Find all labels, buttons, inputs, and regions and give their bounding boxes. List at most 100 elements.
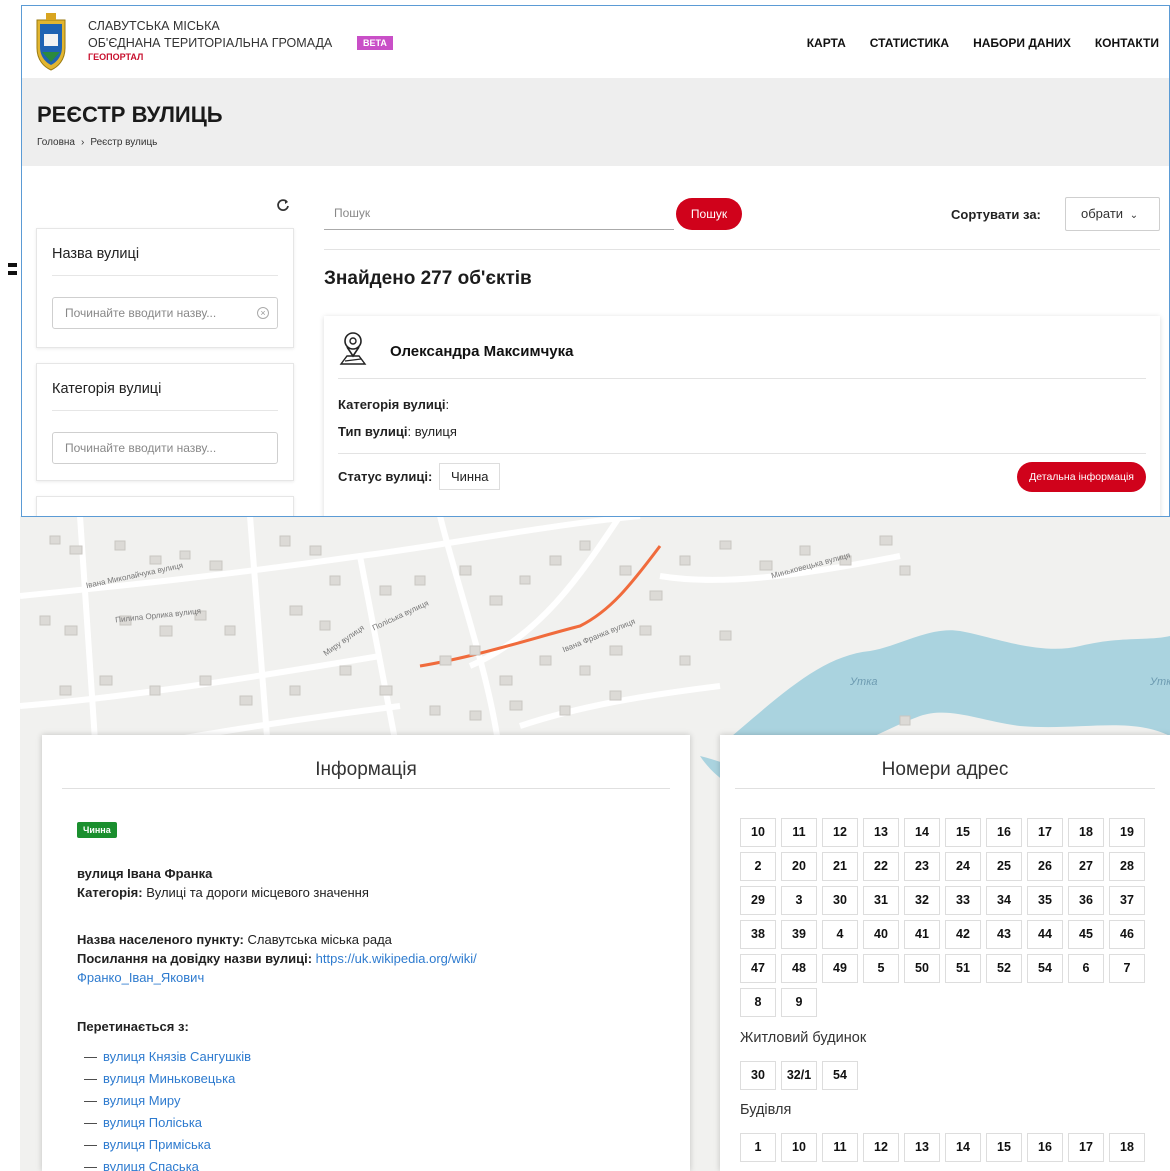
result-street-name[interactable]: Олександра Максимчука — [390, 343, 573, 360]
address-number[interactable]: 26 — [1027, 852, 1063, 881]
address-number[interactable]: 25 — [986, 852, 1022, 881]
breadcrumb-home[interactable]: Головна — [37, 137, 75, 148]
filter-next — [36, 496, 294, 516]
nav-statistics[interactable]: СТАТИСТИКА — [870, 36, 949, 50]
address-number[interactable]: 45 — [1068, 920, 1104, 949]
clear-icon[interactable]: × — [257, 307, 269, 319]
sort-select[interactable]: обрати ⌄ — [1065, 197, 1160, 231]
result-category: Категорія вулиці: — [338, 397, 450, 412]
address-number[interactable]: 35 — [1027, 886, 1063, 915]
address-number[interactable]: 7 — [1109, 954, 1145, 983]
map-label: Утка — [1150, 676, 1170, 688]
sort-value: обрати — [1081, 206, 1124, 221]
address-number[interactable]: 30 — [740, 1061, 776, 1090]
settlement-info: Назва населеного пункту: Славутська місь… — [77, 930, 477, 987]
panel-title: Номери адрес — [881, 759, 1009, 780]
wiki-link-continued[interactable]: Франко_Іван_Якович — [77, 970, 204, 985]
address-number[interactable]: 41 — [904, 920, 940, 949]
address-number[interactable]: 31 — [863, 886, 899, 915]
address-number[interactable]: 18 — [1109, 1133, 1145, 1162]
address-number[interactable]: 19 — [1109, 818, 1145, 847]
address-number[interactable]: 3 — [781, 886, 817, 915]
address-number[interactable]: 1 — [740, 1133, 776, 1162]
address-number[interactable]: 11 — [781, 818, 817, 847]
address-number[interactable]: 5 — [863, 954, 899, 983]
intersect-link[interactable]: вулиця Князів Сангушків — [84, 1046, 251, 1068]
address-number[interactable]: 36 — [1068, 886, 1104, 915]
address-number[interactable]: 51 — [945, 954, 981, 983]
address-number[interactable]: 4 — [822, 920, 858, 949]
intersect-link[interactable]: вулиця Поліська — [84, 1112, 251, 1134]
address-number[interactable]: 30 — [822, 886, 858, 915]
address-number[interactable]: 15 — [945, 818, 981, 847]
address-number[interactable]: 9 — [781, 988, 817, 1017]
address-number[interactable]: 10 — [740, 818, 776, 847]
address-number[interactable]: 21 — [822, 852, 858, 881]
chevron-down-icon: ⌄ — [1129, 210, 1139, 221]
address-number[interactable]: 32 — [904, 886, 940, 915]
address-number[interactable]: 52 — [986, 954, 1022, 983]
refresh-icon[interactable] — [276, 198, 290, 212]
address-number[interactable]: 17 — [1068, 1133, 1104, 1162]
address-number[interactable]: 16 — [986, 818, 1022, 847]
address-number[interactable]: 23 — [904, 852, 940, 881]
address-number[interactable]: 47 — [740, 954, 776, 983]
address-number[interactable]: 32/1 — [781, 1061, 817, 1090]
intersect-link[interactable]: вулиця Приміська — [84, 1134, 251, 1156]
search-button[interactable]: Пошук — [676, 198, 742, 230]
address-number[interactable]: 40 — [863, 920, 899, 949]
address-number[interactable]: 14 — [945, 1133, 981, 1162]
address-number[interactable]: 44 — [1027, 920, 1063, 949]
coat-of-arms-icon[interactable] — [34, 12, 68, 72]
address-number[interactable]: 18 — [1068, 818, 1104, 847]
wiki-link[interactable]: https://uk.wikipedia.org/wiki/ — [316, 951, 477, 966]
address-number[interactable]: 12 — [822, 818, 858, 847]
address-number[interactable]: 54 — [822, 1061, 858, 1090]
address-number[interactable]: 49 — [822, 954, 858, 983]
street-category-input[interactable]: Починайте вводити назву... — [52, 432, 278, 464]
address-number[interactable]: 16 — [1027, 1133, 1063, 1162]
address-number[interactable]: 50 — [904, 954, 940, 983]
address-number[interactable]: 20 — [781, 852, 817, 881]
address-number[interactable]: 46 — [1109, 920, 1145, 949]
street-name-input[interactable]: Починайте вводити назву... × — [52, 297, 278, 329]
address-number[interactable]: 28 — [1109, 852, 1145, 881]
address-number[interactable]: 54 — [1027, 954, 1063, 983]
intersect-link[interactable]: вулиця Спаська — [84, 1156, 251, 1171]
address-number[interactable]: 43 — [986, 920, 1022, 949]
label: Статус вулиці: — [338, 469, 433, 484]
address-number[interactable]: 17 — [1027, 818, 1063, 847]
search-input[interactable]: Пошук — [324, 200, 674, 230]
address-number[interactable]: 6 — [1068, 954, 1104, 983]
address-number[interactable]: 29 — [740, 886, 776, 915]
filter-street-category: Категорія вулиці Починайте вводити назву… — [36, 363, 294, 481]
address-number[interactable]: 48 — [781, 954, 817, 983]
nav-datasets[interactable]: НАБОРИ ДАНИХ — [973, 36, 1071, 50]
address-number[interactable]: 10 — [781, 1133, 817, 1162]
address-number[interactable]: 37 — [1109, 886, 1145, 915]
address-number[interactable]: 24 — [945, 852, 981, 881]
address-number[interactable]: 11 — [822, 1133, 858, 1162]
address-number[interactable]: 12 — [863, 1133, 899, 1162]
address-number[interactable]: 15 — [986, 1133, 1022, 1162]
address-number[interactable]: 38 — [740, 920, 776, 949]
address-number[interactable]: 34 — [986, 886, 1022, 915]
details-button[interactable]: Детальна інформація — [1017, 462, 1146, 492]
address-number[interactable]: 8 — [740, 988, 776, 1017]
address-number[interactable]: 42 — [945, 920, 981, 949]
building-number-grid: 1 10 11 12 13 14 15 16 17 18 — [740, 1133, 1160, 1167]
brand-title[interactable]: СЛАВУТСЬКА МІСЬКА ОБ'ЄДНАНА ТЕРИТОРІАЛЬН… — [88, 18, 332, 63]
intersect-link[interactable]: вулиця Миньковецька — [84, 1068, 251, 1090]
nav-contacts[interactable]: КОНТАКТИ — [1095, 36, 1159, 50]
address-number[interactable]: 13 — [904, 1133, 940, 1162]
address-number[interactable]: 39 — [781, 920, 817, 949]
address-number[interactable]: 2 — [740, 852, 776, 881]
address-number[interactable]: 13 — [863, 818, 899, 847]
divider — [62, 788, 670, 789]
address-number[interactable]: 22 — [863, 852, 899, 881]
address-number[interactable]: 14 — [904, 818, 940, 847]
intersect-link[interactable]: вулиця Миру — [84, 1090, 251, 1112]
nav-map[interactable]: КАРТА — [807, 36, 846, 50]
address-number[interactable]: 33 — [945, 886, 981, 915]
address-number[interactable]: 27 — [1068, 852, 1104, 881]
